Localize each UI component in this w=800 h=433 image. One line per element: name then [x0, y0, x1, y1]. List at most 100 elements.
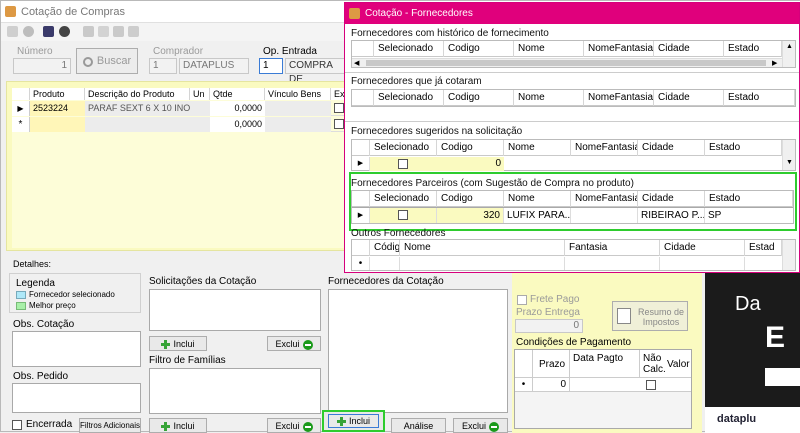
col-cidade[interactable]: Cidade	[654, 90, 724, 106]
frete-pago-checkbox[interactable]	[517, 295, 527, 305]
inclui-fornecedor-button[interactable]: Inclui	[322, 410, 385, 432]
exclui-solicitacao-button[interactable]: Exclui	[267, 336, 321, 351]
col-nome[interactable]: Nome	[514, 41, 584, 57]
horizontal-scrollbar[interactable]: ◀ ▶	[352, 58, 782, 67]
ex-checkbox[interactable]	[334, 103, 344, 113]
cell-qtde[interactable]: 0,0000	[210, 117, 265, 132]
col-cidade[interactable]: Cidade	[654, 41, 724, 57]
col-estado[interactable]: Estado	[705, 140, 782, 156]
cell-codigo[interactable]	[370, 257, 400, 270]
col-estado[interactable]: Estado	[724, 41, 782, 57]
save-icon[interactable]	[43, 26, 54, 37]
col-descricao[interactable]: Descrição do Produto	[85, 88, 190, 100]
vertical-scrollbar[interactable]	[782, 240, 795, 270]
buscar-button[interactable]: Buscar	[76, 48, 138, 74]
col-nomefantasia[interactable]: NomeFantasia	[584, 41, 654, 57]
table-row[interactable]: • 0	[515, 378, 691, 392]
analise-button[interactable]: Análise	[391, 418, 446, 433]
inclui-label: Inclui	[173, 421, 195, 431]
search-icon[interactable]	[83, 26, 94, 37]
col-qtde[interactable]: Qtde	[210, 88, 265, 100]
resumo-impostos-button[interactable]: Resumo de Impostos	[612, 301, 688, 331]
encerrada-checkbox[interactable]	[12, 420, 22, 430]
col-nao-calc[interactable]: Não Calc.	[639, 350, 666, 378]
inclui-familia-button[interactable]: Inclui	[149, 418, 207, 433]
brand-footer: dataplu	[705, 407, 800, 433]
grid-icon[interactable]	[98, 26, 109, 37]
op-entrada-id-field[interactable]: 1	[259, 58, 283, 74]
col-codigo[interactable]: Codigo	[437, 191, 504, 207]
col-nome[interactable]: Nome	[504, 191, 571, 207]
cancel-icon[interactable]	[23, 26, 34, 37]
cell-produto[interactable]: 2523224	[30, 101, 85, 116]
comprador-id-field[interactable]: 1	[149, 58, 177, 74]
obs-pedido-textarea[interactable]	[12, 383, 141, 413]
col-codigo[interactable]: Códig	[370, 240, 400, 256]
col-cidade[interactable]: Cidade	[638, 140, 705, 156]
print-icon[interactable]	[128, 26, 139, 37]
filtro-familias-list[interactable]	[149, 368, 321, 414]
col-valor[interactable]: Valor	[667, 359, 690, 370]
col-nomefantasia[interactable]: NomeFantasia	[584, 90, 654, 106]
col-selecionado[interactable]: Selecionado	[374, 41, 444, 57]
col-codigo[interactable]: Codigo	[437, 140, 504, 156]
table-row[interactable]: ▶ 0	[352, 157, 782, 171]
col-selecionado[interactable]: Selecionado	[370, 140, 437, 156]
exclui-fornecedor-button[interactable]: Exclui	[453, 418, 508, 433]
vertical-scrollbar[interactable]: ▼	[782, 140, 795, 170]
col-cidade[interactable]: Cidade	[660, 240, 745, 256]
cell-nome[interactable]	[400, 257, 565, 270]
cell-prazo[interactable]: 0	[533, 378, 569, 392]
col-prazo[interactable]: Prazo	[539, 359, 565, 370]
col-estado[interactable]: Estado	[724, 90, 795, 106]
selecionado-checkbox[interactable]	[398, 210, 408, 220]
col-vinculo-bens[interactable]: Vínculo Bens	[265, 88, 331, 100]
fornecedores-cotacao-list[interactable]	[328, 289, 508, 413]
cell-data-pagto[interactable]	[569, 378, 639, 392]
col-produto[interactable]: Produto	[30, 88, 85, 100]
col-codigo[interactable]: Codigo	[444, 41, 514, 57]
col-cidade[interactable]: Cidade	[638, 191, 705, 207]
col-nome[interactable]: Nome	[514, 90, 584, 106]
ex-checkbox[interactable]	[334, 119, 344, 129]
op-entrada-name-field[interactable]: COMPRA DE	[285, 58, 347, 85]
vertical-scrollbar[interactable]: ▲	[782, 41, 795, 67]
obs-cotacao-textarea[interactable]	[12, 331, 141, 367]
cell-produto[interactable]	[30, 117, 85, 132]
col-selecionado[interactable]: Selecionado	[370, 191, 437, 207]
nao-calc-checkbox[interactable]	[646, 380, 656, 390]
new-icon[interactable]	[7, 26, 18, 37]
col-nomefantasia[interactable]: NomeFantasia	[571, 140, 638, 156]
cell-qtde[interactable]: 0,0000	[210, 101, 265, 116]
table-row[interactable]: ▶ 320 LUFIX PARA... RIBEIRAO P... SP	[352, 208, 793, 223]
col-codigo[interactable]: Codigo	[444, 90, 514, 106]
exclui-familia-button[interactable]: Exclui	[267, 418, 321, 433]
col-nome[interactable]: Nome	[400, 240, 565, 256]
selecionado-checkbox[interactable]	[398, 159, 408, 169]
col-estado[interactable]: Estad	[745, 240, 782, 256]
encerrada-label: Encerrada	[26, 419, 73, 430]
table-row[interactable]: * 0,0000	[12, 117, 346, 132]
col-data-pagto[interactable]: Data Pagto	[569, 350, 639, 378]
solicitacoes-list[interactable]	[149, 289, 321, 331]
col-estado[interactable]: Estado	[705, 191, 793, 207]
numero-field[interactable]: 1	[13, 58, 71, 74]
prazo-entrega-field[interactable]: 0	[515, 319, 583, 333]
col-nome[interactable]: Nome	[504, 140, 571, 156]
col-fantasia[interactable]: Fantasia	[565, 240, 660, 256]
table-row[interactable]: •	[352, 257, 782, 270]
cell-cidade[interactable]	[660, 257, 745, 270]
col-selecionado[interactable]: Selecionado	[374, 90, 444, 106]
col-nomefantasia[interactable]: NomeFantasia	[571, 191, 638, 207]
comprador-name-field[interactable]: DATAPLUS	[179, 58, 249, 74]
inclui-solicitacao-button[interactable]: Inclui	[149, 336, 207, 351]
cell-fantasia[interactable]	[565, 257, 660, 270]
col-un[interactable]: Un	[190, 88, 210, 100]
best-price-swatch-icon	[16, 302, 26, 310]
table-row[interactable]: ▶ 2523224 PARAF SEXT 6 X 10 INOX 0,0000	[12, 101, 346, 116]
undo-icon[interactable]	[59, 26, 70, 37]
delete-icon[interactable]	[113, 26, 124, 37]
filtros-adicionais-button[interactable]: Filtros Adicionais	[79, 418, 141, 433]
grid-cotaram-header: Selecionado Codigo Nome NomeFantasia Cid…	[352, 90, 795, 106]
scroll-thumb[interactable]	[366, 60, 766, 66]
